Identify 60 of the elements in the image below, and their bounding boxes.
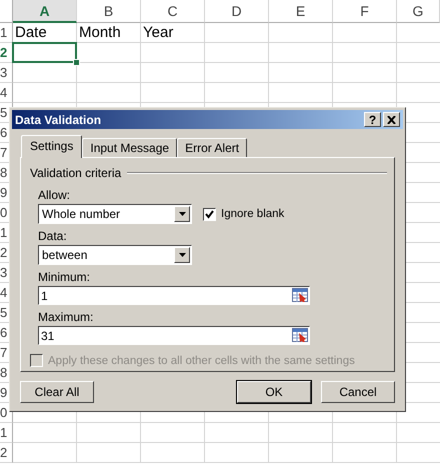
row-header[interactable]: 0 xyxy=(0,406,8,419)
row-header[interactable]: 8 xyxy=(0,366,8,379)
row-header[interactable]: 6 xyxy=(0,326,8,339)
group-title: Validation criteria xyxy=(30,166,122,180)
input-field[interactable]: 1 xyxy=(38,286,310,305)
dropdown-button[interactable] xyxy=(174,206,190,222)
window-title: Data Validation xyxy=(15,112,102,126)
cell-text: Date xyxy=(15,24,47,41)
close-button[interactable] xyxy=(383,112,400,127)
fill-handle[interactable] xyxy=(73,59,80,66)
column-header[interactable]: A xyxy=(13,0,77,23)
field-label: Data: xyxy=(38,229,68,243)
data-dropdown[interactable]: between xyxy=(38,245,192,265)
input-field[interactable]: 31 xyxy=(38,326,310,345)
cell-text: Year xyxy=(143,24,174,41)
column-header[interactable]: E xyxy=(269,0,333,23)
caret-icon xyxy=(178,253,186,257)
caret-icon xyxy=(178,212,186,216)
row-header[interactable]: 2 xyxy=(0,446,8,459)
row-header[interactable]: 0 xyxy=(0,206,8,219)
row-header[interactable]: 2 xyxy=(0,46,8,59)
field-label: Minimum: xyxy=(38,270,92,284)
checkbox[interactable] xyxy=(203,208,216,220)
row-header[interactable]: 4 xyxy=(0,86,8,99)
row-header[interactable]: 2 xyxy=(0,246,8,259)
active-cell[interactable] xyxy=(12,42,77,63)
column-header[interactable]: C xyxy=(141,0,205,23)
close-icon xyxy=(387,116,396,124)
column-header[interactable]: G xyxy=(397,0,440,23)
checkbox-label: Ignore blank xyxy=(221,208,284,220)
tab[interactable]: Error Alert xyxy=(177,138,248,157)
row-header[interactable]: 5 xyxy=(0,106,8,119)
help-button[interactable]: ? xyxy=(364,112,381,127)
column-header[interactable]: B xyxy=(77,0,141,23)
row-header[interactable]: 8 xyxy=(0,166,8,179)
row-header[interactable]: 4 xyxy=(0,286,8,299)
row-header[interactable]: 7 xyxy=(0,346,8,359)
allow-dropdown[interactable]: Whole number xyxy=(38,204,192,224)
row-header[interactable]: 7 xyxy=(0,146,8,159)
cell-text: Month xyxy=(79,24,121,41)
row-header[interactable]: 3 xyxy=(0,266,8,279)
column-header[interactable]: F xyxy=(333,0,397,23)
dropdown-button[interactable] xyxy=(174,247,190,263)
row-header[interactable]: 6 xyxy=(0,126,8,139)
row-header[interactable]: 1 xyxy=(0,26,8,39)
tab[interactable]: Input Message xyxy=(82,138,178,157)
row-header[interactable]: 9 xyxy=(0,386,8,399)
checkbox-label: Apply these changes to all other cells with the same settings xyxy=(48,354,355,366)
ok-button[interactable]: OK xyxy=(237,381,311,403)
tab[interactable]: Settings xyxy=(21,135,82,158)
row-header[interactable]: 3 xyxy=(0,66,8,79)
row-header[interactable]: 5 xyxy=(0,306,8,319)
row-header[interactable]: 9 xyxy=(0,186,8,199)
cancel-button[interactable]: Cancel xyxy=(321,381,395,403)
field-label: Allow: xyxy=(38,188,72,202)
clear-all-button[interactable]: Clear All xyxy=(20,381,94,403)
field-label: Maximum: xyxy=(38,310,94,324)
row-header[interactable]: 1 xyxy=(0,226,8,239)
row-header[interactable]: 1 xyxy=(0,426,8,439)
column-header[interactable]: D xyxy=(205,0,269,23)
